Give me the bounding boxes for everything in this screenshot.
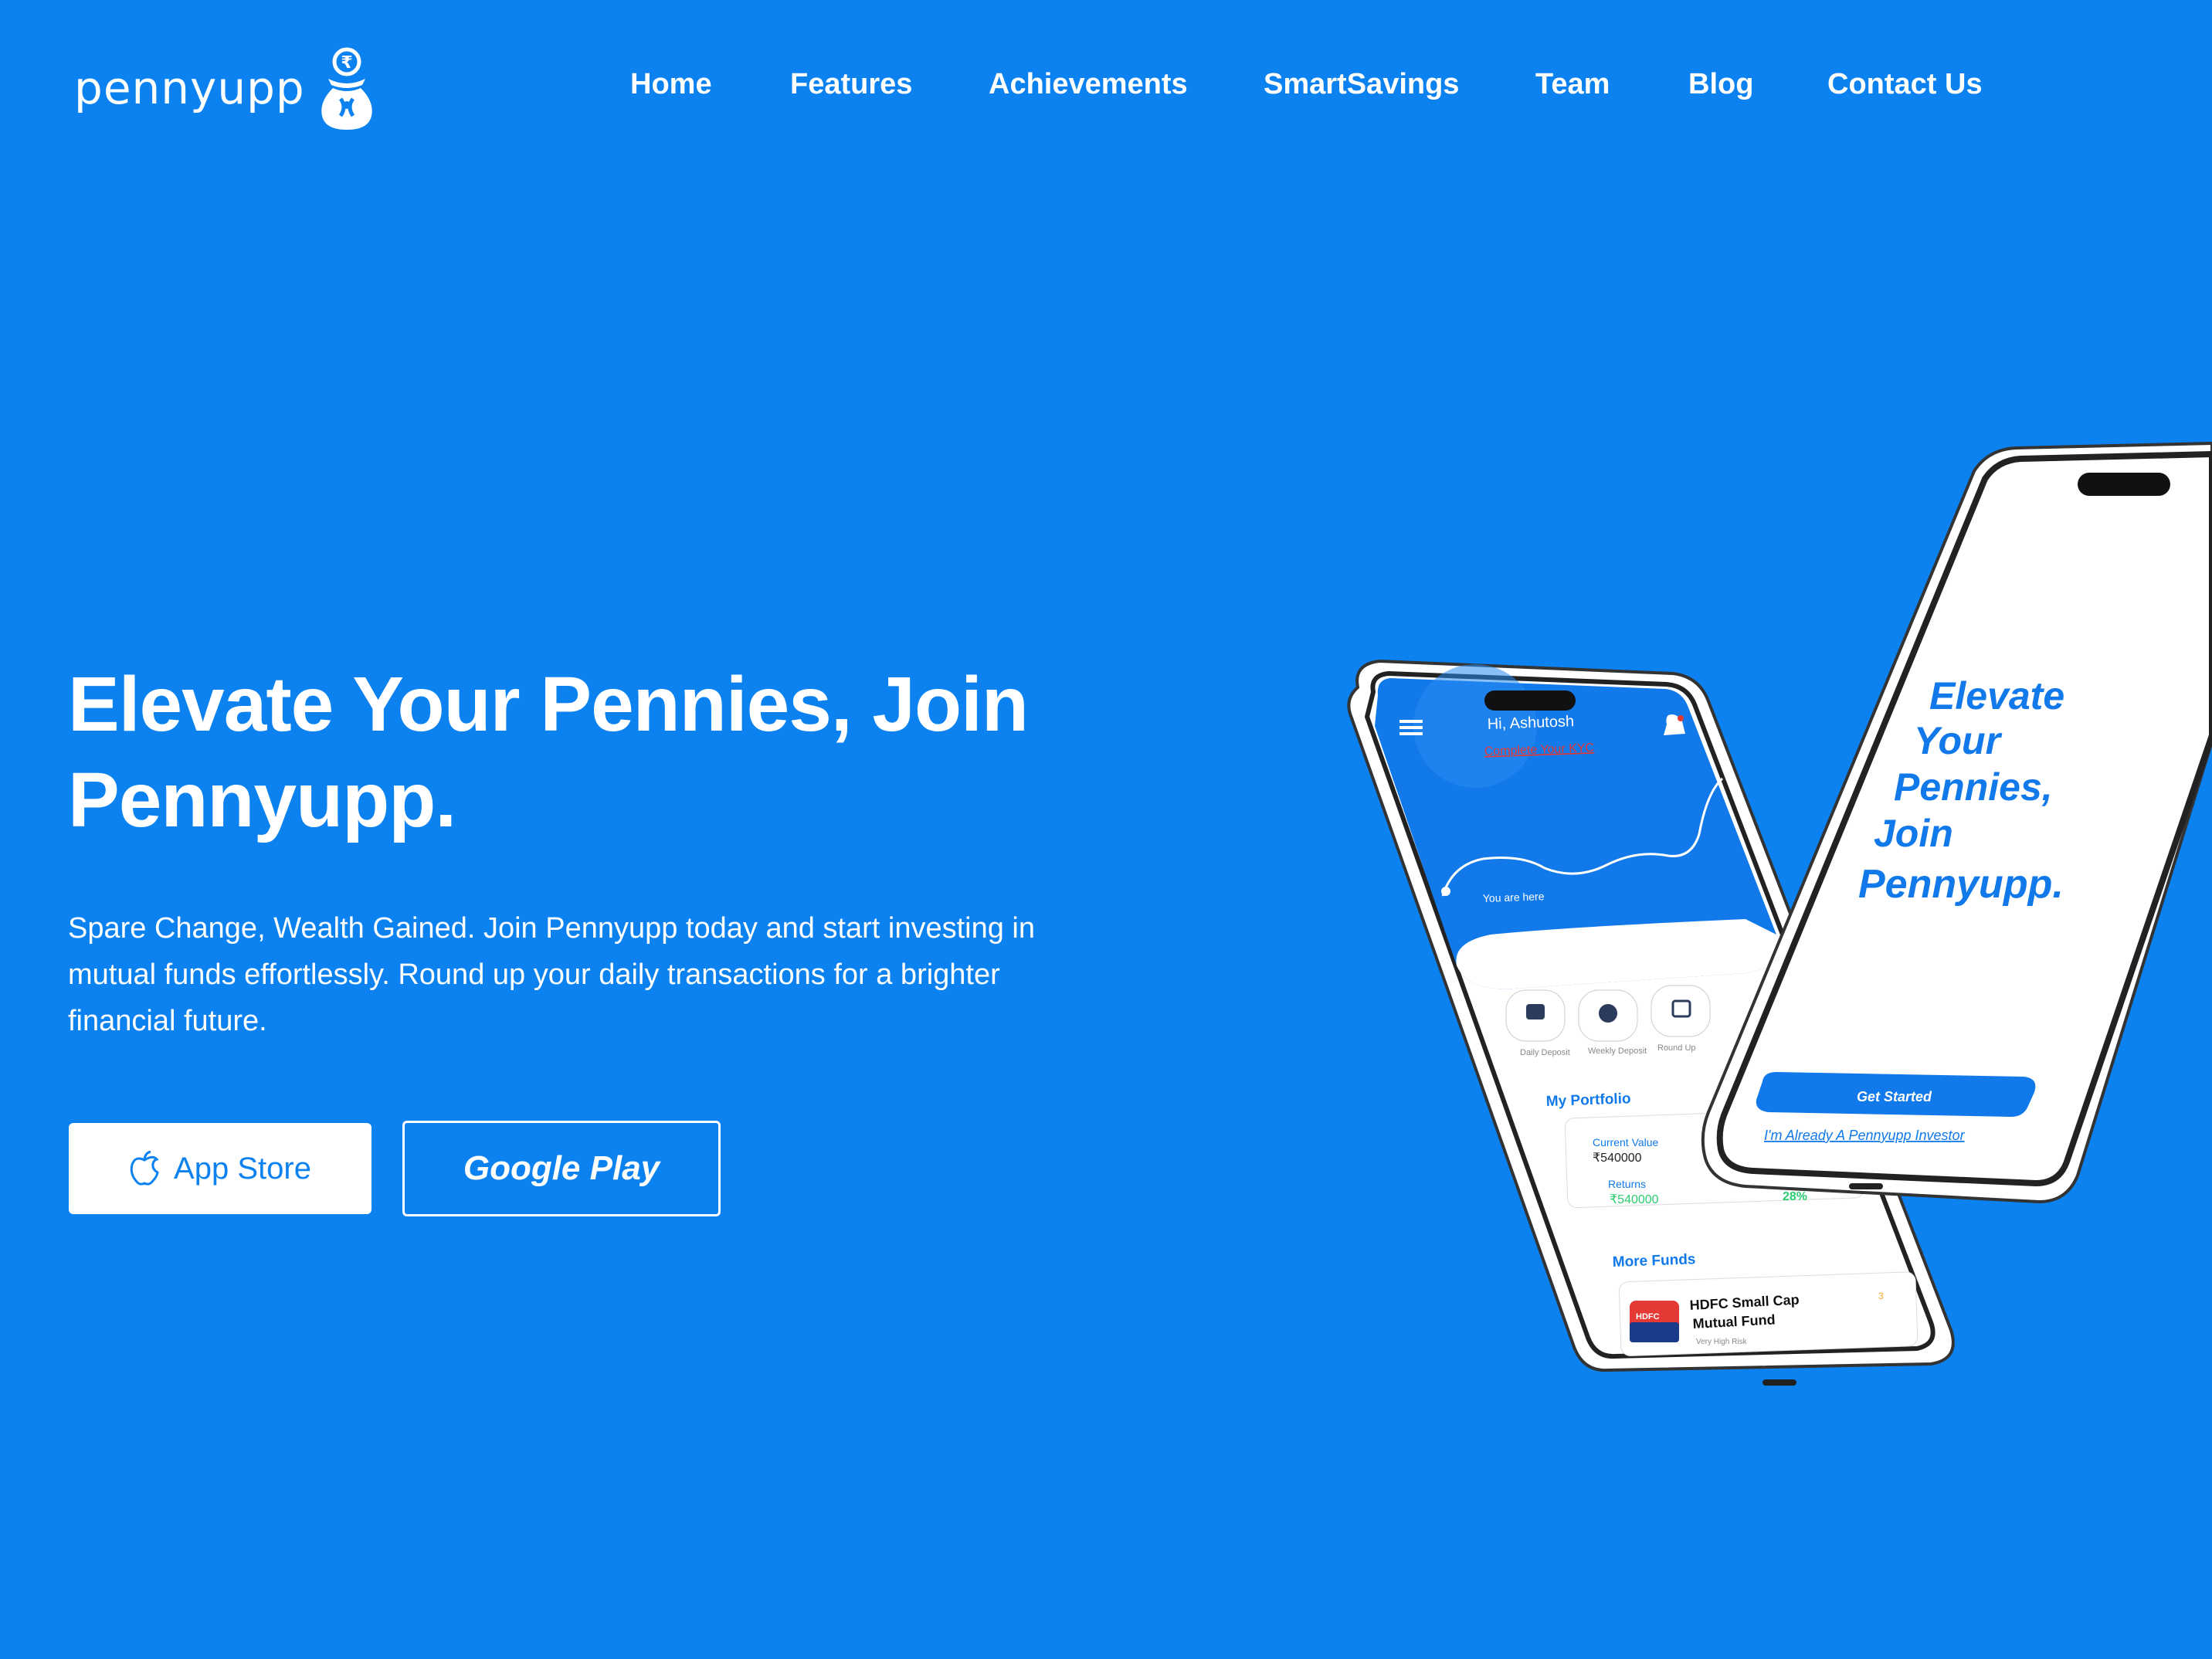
range-1y[interactable]: 1Y xyxy=(1611,945,1625,957)
current-value: ₹540000 xyxy=(1593,1152,1642,1165)
apple-icon xyxy=(130,1151,159,1186)
nav-achievements[interactable]: Achievements xyxy=(989,68,1188,101)
fund-logo-text: HDFC xyxy=(1636,1312,1660,1321)
svg-text:₹: ₹ xyxy=(341,53,352,73)
nav-features[interactable]: Features xyxy=(790,68,912,101)
round-up-label: Round Up xyxy=(1657,1043,1696,1053)
app-store-button[interactable]: App Store xyxy=(69,1123,371,1214)
front-line1: Elevate xyxy=(1929,674,2064,718)
range-5y[interactable]: 5Y xyxy=(1673,945,1687,957)
brand-logo[interactable]: pennyupp ₹ xyxy=(74,45,388,131)
range-1w[interactable]: 1W xyxy=(1484,949,1501,962)
hamburger-icon xyxy=(1399,720,1423,735)
portfolio-title: My Portfolio xyxy=(1545,1091,1630,1110)
phone-front: Elevate Your Pennies, Join Pennyupp. Get… xyxy=(1701,441,2212,1204)
front-line5: Pennyupp. xyxy=(1858,862,2064,907)
hero-subtitle-line2: mutual funds effortlessly. Round up your… xyxy=(68,958,1000,991)
fund-rating: 3 xyxy=(1878,1291,1884,1301)
current-value-label: Current Value xyxy=(1593,1136,1659,1148)
hero-subtitle-line1: Spare Change, Wealth Gained. Join Pennyu… xyxy=(68,912,1035,945)
hero-subtitle-line3: financial future. xyxy=(68,1005,267,1037)
hero-title-line2: Pennyupp. xyxy=(68,757,456,843)
returns-percent: 28% xyxy=(1783,1190,1807,1203)
google-play-button[interactable]: Google Play xyxy=(402,1121,721,1216)
range-1m[interactable]: 1M xyxy=(1548,948,1562,960)
nav-smartsavings[interactable]: SmartSavings xyxy=(1264,68,1459,101)
hero-subtitle: Spare Change, Wealth Gained. Join Pennyu… xyxy=(68,905,1165,1044)
range-10y[interactable]: 10Y xyxy=(1733,943,1753,955)
nav-home[interactable]: Home xyxy=(630,68,712,101)
money-bag-rupee-icon: ₹ xyxy=(321,47,372,130)
more-funds-title: More Funds xyxy=(1612,1251,1695,1271)
phone-mockups: Hi, Ashutosh Complete Your KYC You are h… xyxy=(1313,433,2212,1437)
fund-risk: Very High Risk xyxy=(1696,1338,1748,1346)
you-are-here-label: You are here xyxy=(1483,890,1545,904)
front-line2: Your xyxy=(1914,719,2003,762)
weekly-deposit-label: Weekly Deposit xyxy=(1588,1047,1647,1056)
greeting-text: Hi, Ashutosh xyxy=(1487,713,1574,733)
hero-title: Elevate Your Pennies, Join Pennyupp. xyxy=(68,656,1149,848)
hero-title-line1: Elevate Your Pennies, Join xyxy=(68,661,1029,748)
brand-name: pennyupp xyxy=(74,62,305,114)
already-investor-link[interactable]: I'm Already A Pennyupp Investor xyxy=(1764,1128,1966,1143)
nav-blog[interactable]: Blog xyxy=(1688,68,1753,101)
front-line3: Pennies, xyxy=(1894,765,2053,809)
landing-page: pennyupp ₹ Home Features Achievements Sm… xyxy=(0,0,2212,1659)
phone-mockups-illustration: Hi, Ashutosh Complete Your KYC You are h… xyxy=(1347,441,2212,1386)
front-line4: Join xyxy=(1874,812,1953,855)
google-play-label: Google Play xyxy=(463,1149,660,1187)
nav-contact-us[interactable]: Contact Us xyxy=(1827,68,1983,101)
returns-value: ₹540000 xyxy=(1610,1193,1659,1206)
get-started-label: Get Started xyxy=(1857,1089,1932,1104)
bell-icon xyxy=(1664,714,1685,735)
app-store-label: App Store xyxy=(174,1151,311,1186)
nav-team[interactable]: Team xyxy=(1535,68,1610,101)
daily-deposit-label: Daily Deposit xyxy=(1520,1048,1570,1057)
returns-label: Returns xyxy=(1608,1178,1646,1190)
